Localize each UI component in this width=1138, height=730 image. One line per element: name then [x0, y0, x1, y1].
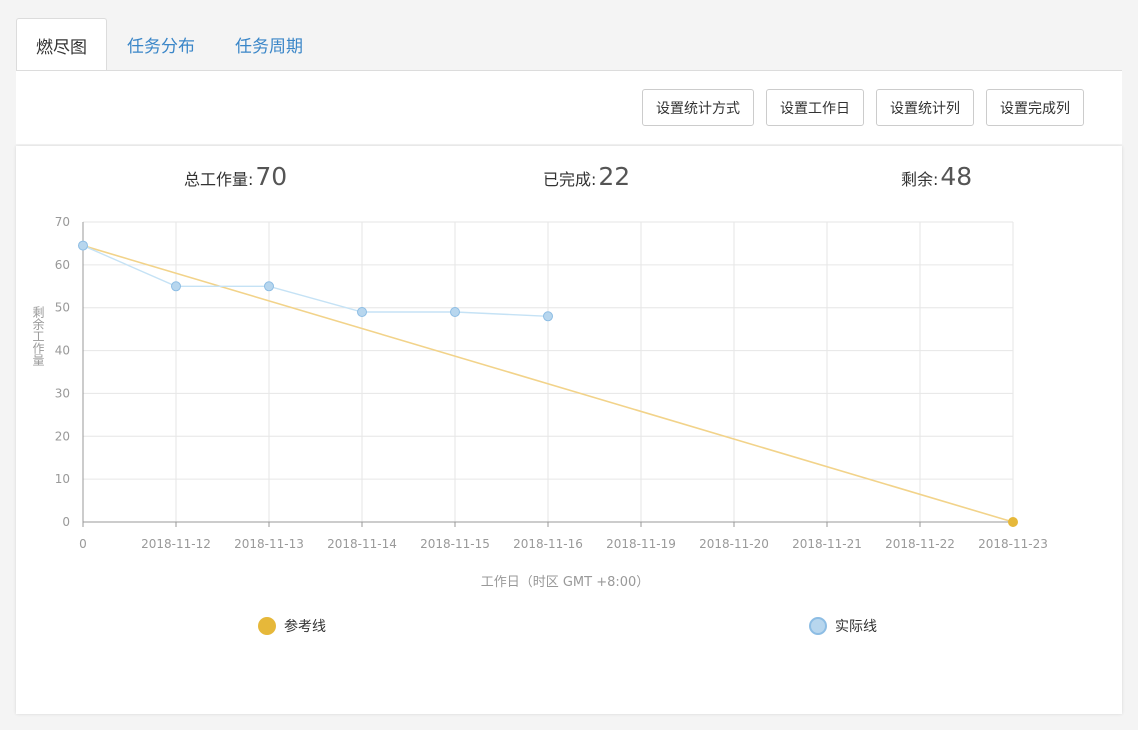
x-tick-label: 2018-11-21 [792, 537, 862, 551]
set-stat-column-button[interactable]: 设置统计列 [876, 89, 974, 126]
total-workload-stat: 总工作量: 70 [184, 162, 287, 191]
x-tick-label: 2018-11-14 [327, 537, 397, 551]
reference-series-point [1008, 517, 1018, 527]
actual-series-point [357, 307, 367, 317]
chart-panel: 总工作量: 70 已完成: 22 剩余: 48 0 10 20 30 40 50 60 70 0… [16, 146, 1122, 714]
actual-series-line [82, 244, 549, 317]
y-tick-label: 30 [55, 386, 70, 400]
tab-burndown[interactable]: 燃尽图 [16, 18, 107, 71]
x-tick-label: 2018-11-16 [513, 537, 583, 551]
y-tick-label: 50 [55, 301, 70, 315]
x-tick-label: 2018-11-13 [234, 537, 304, 551]
burndown-chart: 0 10 20 30 40 50 60 70 0 2018-11-12 2018-11-13 2018… [31, 215, 1048, 590]
y-tick-label: 60 [55, 258, 70, 272]
y-axis-title: 剩余工作量 [31, 306, 45, 366]
actual-legend-marker [809, 617, 827, 635]
total-workload-label: 总工作量: [184, 170, 254, 189]
remaining-value: 48 [940, 162, 973, 191]
y-tick-label: 0 [62, 515, 70, 529]
x-tick-label: 2018-11-19 [606, 537, 676, 551]
x-tick-label: 0 [79, 537, 87, 551]
tab-task-cycle[interactable]: 任务周期 [215, 18, 323, 70]
total-workload-value: 70 [255, 162, 288, 191]
set-done-column-button[interactable]: 设置完成列 [986, 89, 1084, 126]
reference-legend-label: 参考线 [284, 619, 326, 635]
x-tick-label: 2018-11-22 [885, 537, 955, 551]
actual-series-point [171, 281, 181, 292]
x-tick-label: 2018-11-23 [978, 537, 1048, 551]
completed-label: 已完成: [543, 170, 597, 189]
legend-item-reference[interactable]: 参考线 [258, 616, 326, 636]
completed-stat: 已完成: 22 [543, 162, 630, 191]
actual-series-point [450, 307, 460, 317]
actual-legend-label: 实际线 [835, 619, 877, 635]
x-axis-title: 工作日（时区 GMT +8:00） [481, 575, 650, 590]
tab-bar: 燃尽图 任务分布 任务周期 [16, 18, 1122, 71]
y-tick-label: 70 [55, 215, 70, 229]
tab-task-distribution[interactable]: 任务分布 [107, 18, 215, 70]
y-tick-label: 40 [55, 344, 70, 358]
y-tick-label: 10 [55, 472, 70, 486]
x-tick-label: 2018-11-12 [141, 537, 211, 551]
toolbar: 设置统计方式 设置工作日 设置统计列 设置完成列 [16, 70, 1122, 144]
actual-series-point [543, 311, 553, 322]
legend-item-actual[interactable]: 实际线 [809, 616, 877, 636]
reference-legend-marker [258, 617, 276, 635]
actual-series-point [78, 240, 88, 251]
remaining-stat: 剩余: 48 [901, 162, 972, 191]
actual-series-point [264, 281, 274, 292]
x-tick-label: 2018-11-15 [420, 537, 490, 551]
completed-value: 22 [598, 162, 631, 191]
set-stat-mode-button[interactable]: 设置统计方式 [642, 89, 754, 126]
x-tick-label: 2018-11-20 [699, 537, 769, 551]
y-tick-label: 20 [55, 429, 70, 443]
remaining-label: 剩余: [901, 170, 939, 189]
set-workday-button[interactable]: 设置工作日 [766, 89, 864, 126]
